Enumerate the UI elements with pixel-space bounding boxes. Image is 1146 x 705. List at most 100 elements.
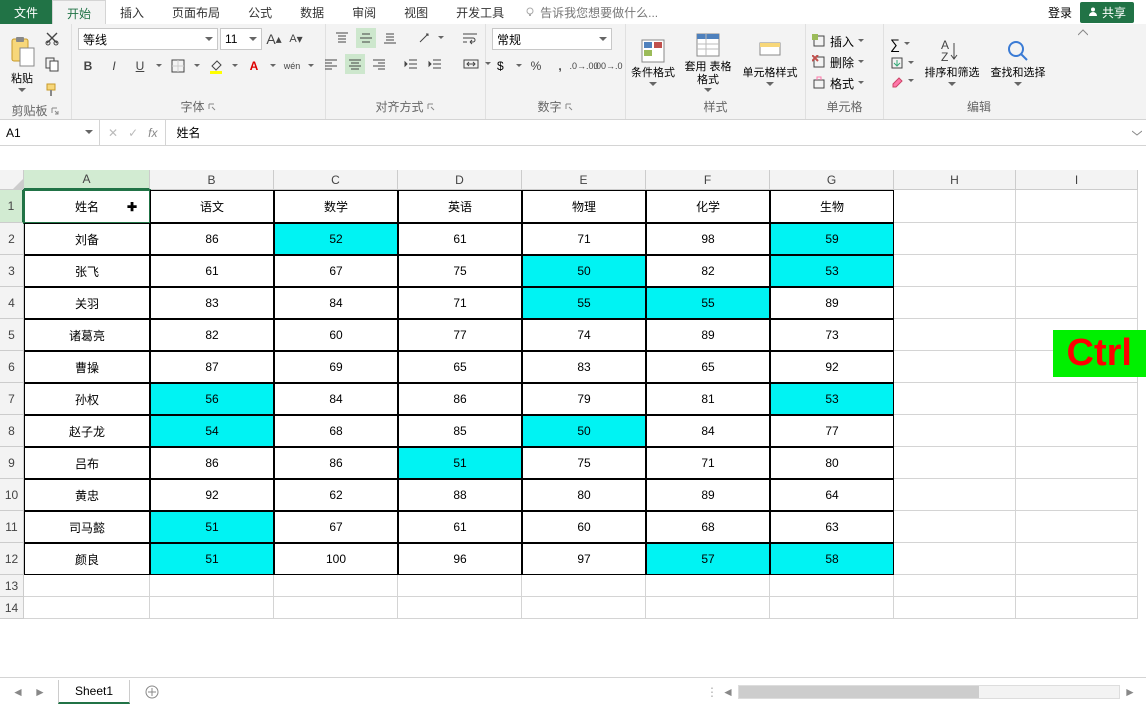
dialog-launcher-icon[interactable]: [426, 102, 436, 112]
chevron-down-icon[interactable]: [308, 64, 314, 68]
delete-cells-button[interactable]: 删除: [812, 54, 864, 71]
cell[interactable]: 61: [398, 511, 522, 543]
dialog-launcher-icon[interactable]: [564, 102, 574, 112]
bold-button[interactable]: B: [78, 56, 98, 76]
cell[interactable]: [894, 511, 1016, 543]
row-header[interactable]: 11: [0, 511, 24, 543]
align-top-button[interactable]: [332, 28, 352, 48]
cell[interactable]: 84: [274, 383, 398, 415]
tab-developer[interactable]: 开发工具: [442, 0, 518, 24]
cell[interactable]: 71: [522, 223, 646, 255]
name-box[interactable]: A1: [0, 120, 100, 145]
insert-cells-button[interactable]: 插入: [812, 33, 864, 50]
column-header[interactable]: B: [150, 170, 274, 190]
cell[interactable]: 61: [150, 255, 274, 287]
cell[interactable]: 83: [522, 351, 646, 383]
cell[interactable]: 71: [398, 287, 522, 319]
cell[interactable]: [398, 597, 522, 619]
cell[interactable]: 73: [770, 319, 894, 351]
dialog-launcher-icon[interactable]: [207, 102, 217, 112]
cell[interactable]: 58: [770, 543, 894, 575]
cell[interactable]: [894, 597, 1016, 619]
cell[interactable]: 张飞: [24, 255, 150, 287]
cell[interactable]: 83: [150, 287, 274, 319]
row-header[interactable]: 13: [0, 575, 24, 597]
cell[interactable]: [646, 597, 770, 619]
cell[interactable]: [522, 575, 646, 597]
cell[interactable]: [150, 575, 274, 597]
font-color-button[interactable]: A: [244, 56, 264, 76]
cell[interactable]: [770, 597, 894, 619]
cell[interactable]: [894, 223, 1016, 255]
cell[interactable]: [274, 575, 398, 597]
cell[interactable]: 86: [274, 447, 398, 479]
row-header[interactable]: 10: [0, 479, 24, 511]
cell[interactable]: 50: [522, 415, 646, 447]
expand-formula-bar-icon[interactable]: [1132, 129, 1142, 137]
share-button[interactable]: 共享: [1080, 2, 1134, 23]
cell[interactable]: 86: [150, 447, 274, 479]
number-format-select[interactable]: 常规: [492, 28, 612, 50]
cell[interactable]: 85: [398, 415, 522, 447]
format-cells-button[interactable]: 格式: [812, 75, 864, 92]
chevron-down-icon[interactable]: [270, 64, 276, 68]
cell[interactable]: 51: [150, 543, 274, 575]
orientation-button[interactable]: [414, 28, 434, 48]
scroll-left-icon[interactable]: ◄: [720, 684, 736, 700]
cell[interactable]: 81: [646, 383, 770, 415]
cell[interactable]: 诸葛亮: [24, 319, 150, 351]
font-size-select[interactable]: 11: [220, 28, 262, 50]
conditional-format-button[interactable]: 条件格式: [632, 37, 674, 86]
tab-review[interactable]: 审阅: [338, 0, 390, 24]
cell[interactable]: 67: [274, 255, 398, 287]
table-format-button[interactable]: 套用 表格格式: [682, 31, 734, 92]
cell[interactable]: 74: [522, 319, 646, 351]
cell[interactable]: 75: [522, 447, 646, 479]
cell[interactable]: 98: [646, 223, 770, 255]
accounting-format-button[interactable]: $: [492, 56, 512, 76]
chevron-down-icon[interactable]: [156, 64, 162, 68]
italic-button[interactable]: I: [104, 56, 124, 76]
tell-me-search[interactable]: 告诉我您想要做什么...: [518, 0, 664, 24]
fill-color-button[interactable]: [206, 56, 226, 76]
fx-icon[interactable]: fx: [148, 126, 157, 140]
chevron-down-icon[interactable]: [438, 36, 444, 40]
font-name-select[interactable]: 等线: [78, 28, 218, 50]
cell[interactable]: [894, 255, 1016, 287]
chevron-down-icon[interactable]: [194, 64, 200, 68]
tab-formulas[interactable]: 公式: [234, 0, 286, 24]
cell[interactable]: 55: [522, 287, 646, 319]
phonetic-guide-button[interactable]: wén: [282, 56, 302, 76]
fill-button[interactable]: [890, 56, 914, 70]
cell[interactable]: [1016, 543, 1138, 575]
cell[interactable]: 97: [522, 543, 646, 575]
cell[interactable]: [24, 597, 150, 619]
cell[interactable]: 67: [274, 511, 398, 543]
collapse-ribbon-icon[interactable]: [1078, 28, 1088, 38]
cell[interactable]: [150, 597, 274, 619]
cell[interactable]: [894, 383, 1016, 415]
sort-filter-button[interactable]: AZ 排序和筛选: [924, 37, 980, 86]
chevron-down-icon[interactable]: [516, 64, 522, 68]
row-header[interactable]: 4: [0, 287, 24, 319]
cell[interactable]: 89: [646, 319, 770, 351]
align-bottom-button[interactable]: [380, 28, 400, 48]
cell[interactable]: 75: [398, 255, 522, 287]
percent-format-button[interactable]: %: [526, 56, 546, 76]
dialog-launcher-icon[interactable]: [50, 106, 60, 116]
row-header[interactable]: 3: [0, 255, 24, 287]
cancel-formula-icon[interactable]: ✕: [108, 126, 118, 140]
scrollbar-thumb[interactable]: [739, 686, 979, 698]
cell[interactable]: 84: [274, 287, 398, 319]
row-header[interactable]: 2: [0, 223, 24, 255]
cell[interactable]: 57: [646, 543, 770, 575]
cell[interactable]: [894, 190, 1016, 223]
cell[interactable]: 86: [398, 383, 522, 415]
column-header[interactable]: F: [646, 170, 770, 190]
cell[interactable]: [1016, 479, 1138, 511]
cell[interactable]: 60: [522, 511, 646, 543]
cell[interactable]: [894, 415, 1016, 447]
cell[interactable]: [274, 597, 398, 619]
decrease-indent-button[interactable]: [401, 54, 421, 74]
cell[interactable]: 63: [770, 511, 894, 543]
